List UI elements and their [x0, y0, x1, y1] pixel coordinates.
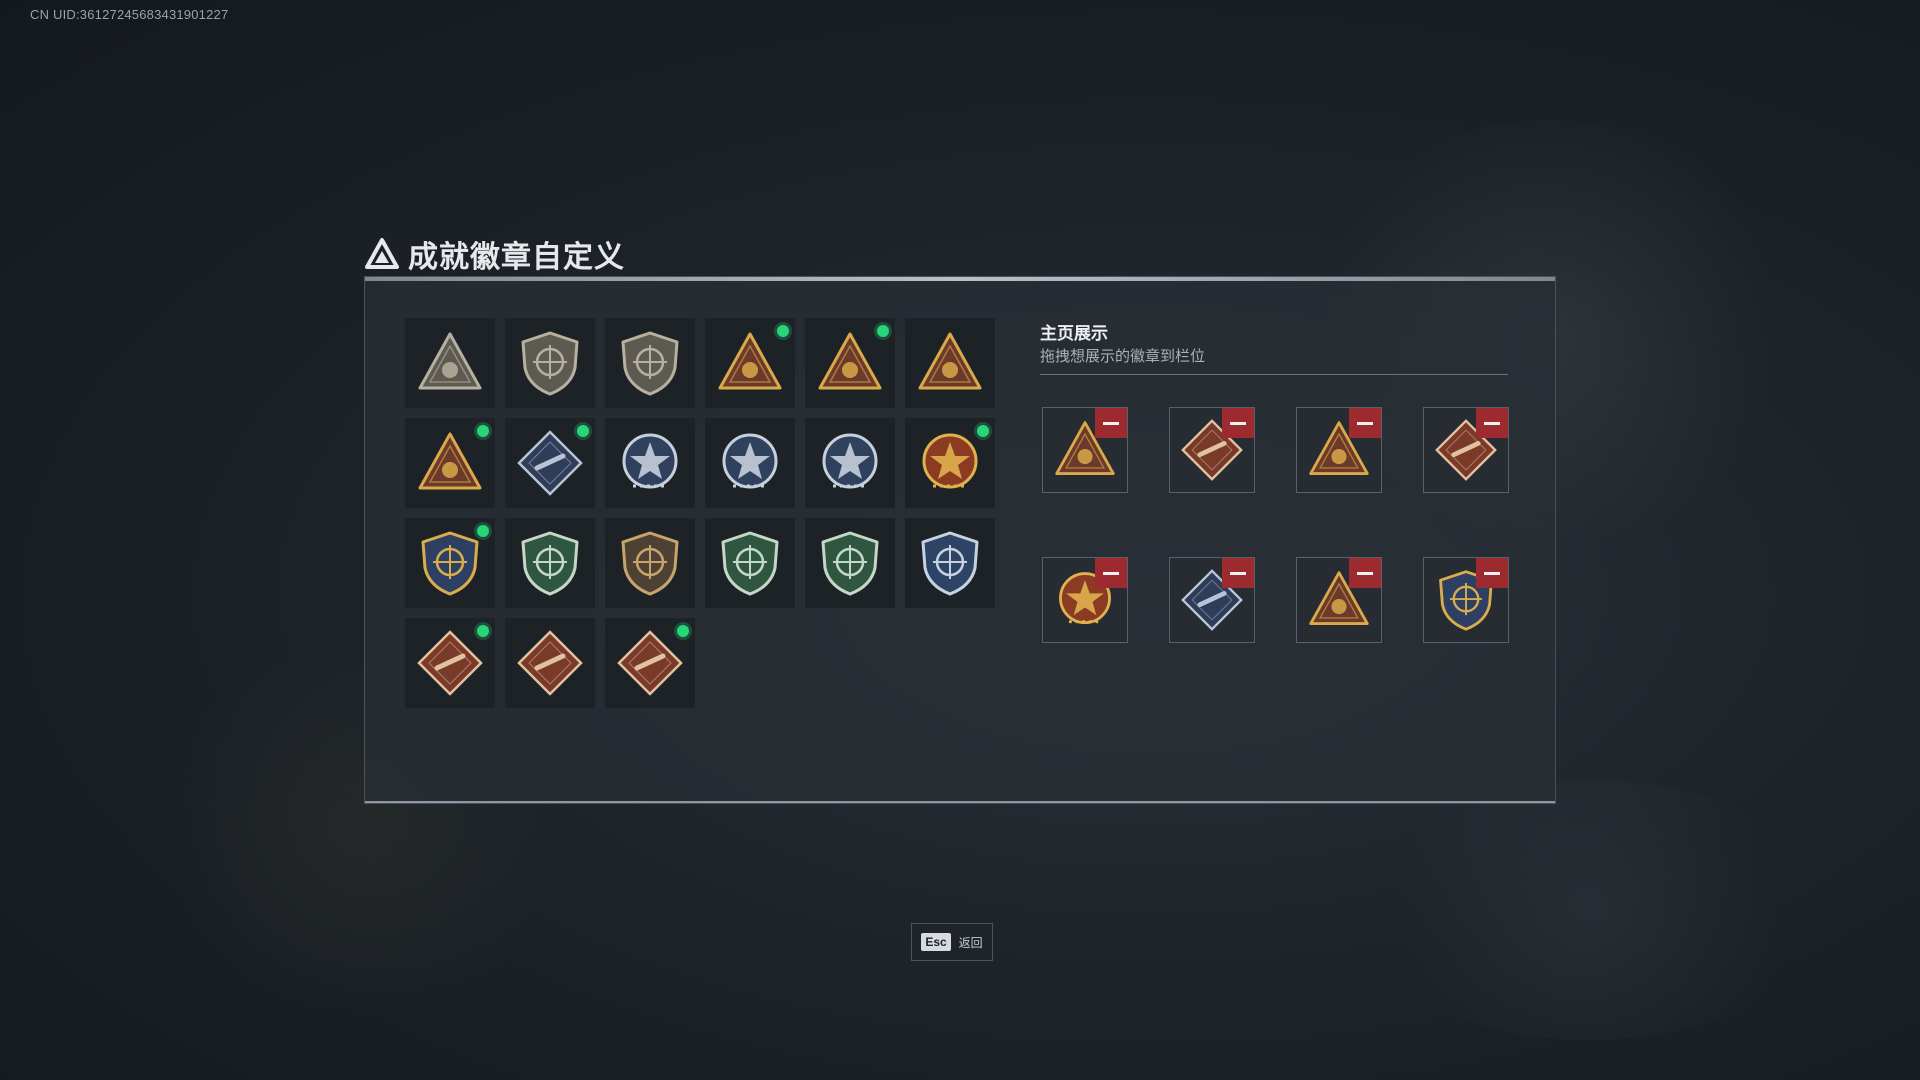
badge-cell[interactable]	[505, 418, 595, 508]
new-indicator-dot	[777, 325, 789, 337]
remove-badge-button[interactable]	[1476, 408, 1508, 438]
minus-icon	[1230, 421, 1246, 425]
new-indicator-dot	[877, 325, 889, 337]
badge-cell[interactable]	[505, 618, 595, 708]
panel-bottom-border	[365, 801, 1555, 803]
remove-badge-button[interactable]	[1095, 408, 1127, 438]
showcase-slot[interactable]	[1042, 557, 1128, 643]
badge-cell[interactable]	[405, 418, 495, 508]
badge-cell[interactable]	[605, 318, 695, 408]
player-uid: CN UID:361272456834319012​27	[30, 7, 229, 22]
remove-badge-button[interactable]	[1222, 558, 1254, 588]
badge-collection-grid	[405, 318, 995, 708]
badge-cell[interactable]	[405, 618, 495, 708]
remove-badge-button[interactable]	[1349, 408, 1381, 438]
showcase-divider	[1040, 374, 1508, 375]
showcase-slot[interactable]	[1169, 557, 1255, 643]
gold-crosshair-shield-badge-icon	[421, 531, 479, 596]
remove-badge-button[interactable]	[1476, 558, 1508, 588]
showcase-slot[interactable]	[1423, 557, 1509, 643]
minus-icon	[1484, 421, 1500, 425]
badge-cell[interactable]	[905, 518, 995, 608]
green-crosshair-shield-badge-icon	[721, 531, 779, 596]
badge-customize-panel: 主页展示 拖拽想展示的徽章到栏位	[364, 276, 1556, 804]
showcase-slot-grid	[1042, 407, 1510, 643]
gold-triangle-ammo-badge-icon	[418, 432, 482, 490]
minus-icon	[1357, 571, 1373, 575]
badge-cell[interactable]	[605, 618, 695, 708]
badge-cell[interactable]	[605, 418, 695, 508]
new-indicator-dot	[977, 425, 989, 437]
gold-triangle-number-one-badge-icon	[918, 332, 982, 390]
showcase-slot[interactable]	[1169, 407, 1255, 493]
helicopter-shield-badge-icon	[521, 331, 579, 396]
badge-cell[interactable]	[805, 518, 895, 608]
gold-triangle-cannon-badge-icon	[818, 332, 882, 390]
remove-badge-button[interactable]	[1095, 558, 1127, 588]
minus-icon	[1230, 571, 1246, 575]
badge-cell[interactable]	[805, 318, 895, 408]
badge-cell[interactable]	[405, 518, 495, 608]
esc-key-hint: Esc	[921, 933, 951, 951]
page-title: 成就徽章自定义	[408, 241, 625, 274]
remove-badge-button[interactable]	[1222, 408, 1254, 438]
showcase-slot[interactable]	[1296, 407, 1382, 493]
showcase-subtitle: 拖拽想展示的徽章到栏位	[1040, 348, 1206, 365]
new-indicator-dot	[577, 425, 589, 437]
badge-cell[interactable]	[605, 518, 695, 608]
badge-cell[interactable]	[805, 418, 895, 508]
triangle-emblem-shield-badge-icon	[418, 332, 482, 390]
remove-badge-button[interactable]	[1349, 558, 1381, 588]
badge-cell[interactable]	[505, 518, 595, 608]
badge-cell[interactable]	[705, 418, 795, 508]
silver-skull-medal-badge-icon	[822, 433, 878, 489]
back-button[interactable]: Esc 返回	[911, 923, 993, 961]
new-indicator-dot	[677, 625, 689, 637]
badge-cell[interactable]	[705, 318, 795, 408]
badge-cell[interactable]	[905, 418, 995, 508]
green-crosshair-shield-badge-icon	[521, 531, 579, 596]
silver-star-medal-badge-icon	[622, 433, 678, 489]
rocket-launcher-diamond-badge-icon	[517, 430, 583, 496]
new-indicator-dot	[477, 525, 489, 537]
badge-cell[interactable]	[505, 318, 595, 408]
gold-tank-explosion-badge-icon	[922, 433, 978, 489]
gold-triangle-helmet-badge-icon	[718, 332, 782, 390]
dagger-shield-badge-icon	[621, 331, 679, 396]
red-diamond-dragon-badge-icon	[417, 630, 483, 696]
bronze-crossed-shield-badge-icon	[621, 531, 679, 596]
minus-icon	[1103, 571, 1119, 575]
showcase-slot[interactable]	[1423, 407, 1509, 493]
minus-icon	[1357, 421, 1373, 425]
badge-cell[interactable]	[905, 318, 995, 408]
showcase-slot[interactable]	[1296, 557, 1382, 643]
minus-icon	[1103, 421, 1119, 425]
page-header: 成就徽章自定义	[364, 232, 625, 276]
minus-icon	[1484, 571, 1500, 575]
new-indicator-dot	[477, 425, 489, 437]
badge-cell[interactable]	[705, 518, 795, 608]
showcase-title: 主页展示	[1040, 324, 1108, 343]
silver-police-badge-icon	[722, 433, 778, 489]
new-indicator-dot	[477, 625, 489, 637]
background-glow	[1350, 780, 1830, 1040]
red-diamond-soldier-badge-icon	[517, 630, 583, 696]
red-diamond-rifle-badge-icon	[617, 630, 683, 696]
back-label: 返回	[958, 935, 983, 950]
badge-cell[interactable]	[405, 318, 495, 408]
blue-crosshair-shield-badge-icon	[921, 531, 979, 596]
green-crosshair-shield-badge-icon	[821, 531, 879, 596]
showcase-slot[interactable]	[1042, 407, 1128, 493]
panel-top-border	[365, 277, 1555, 281]
triangle-logo-icon	[365, 238, 399, 269]
